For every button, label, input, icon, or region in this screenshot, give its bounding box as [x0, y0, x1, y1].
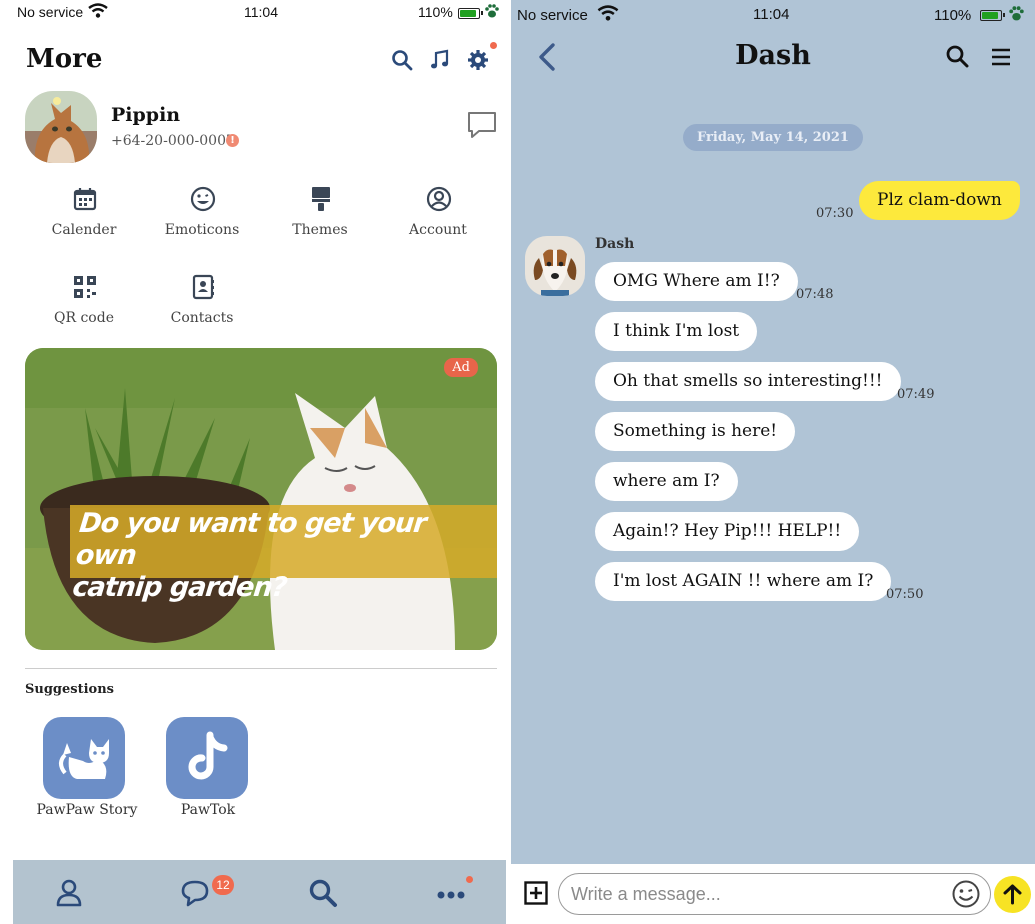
app-label: PawPaw Story — [36, 802, 138, 818]
more-screen: No service 11:04 110% More Pippin +64-20… — [0, 0, 511, 924]
search-icon[interactable] — [945, 44, 969, 68]
menu-account[interactable]: Account — [379, 186, 497, 256]
profile-tab-icon[interactable] — [53, 877, 85, 909]
carrier-label: No service — [517, 7, 588, 24]
more-notification-dot — [466, 876, 473, 883]
qr-code-icon — [74, 276, 96, 298]
menu-label: Contacts — [170, 310, 234, 326]
settings-notification-dot — [490, 42, 497, 49]
brush-icon — [312, 187, 330, 211]
chat-tab-icon[interactable] — [179, 877, 211, 909]
ad-headline: Do you want to get your own catnip garde… — [71, 508, 491, 604]
menu-label: Calender — [51, 222, 117, 238]
calendar-icon — [73, 188, 97, 211]
incoming-message[interactable]: Something is here! — [595, 412, 796, 451]
battery-icon — [458, 8, 483, 19]
menu-label: Themes — [292, 222, 348, 238]
ad-headline-line: catnip garden? — [71, 572, 289, 603]
incoming-message[interactable]: I think I'm lost — [595, 312, 758, 351]
send-button[interactable] — [994, 876, 1031, 913]
clock: 11:04 — [753, 6, 790, 23]
incoming-message[interactable]: Again!? Hey Pip!!! HELP!! — [595, 512, 860, 551]
battery-percent: 110% — [418, 4, 453, 20]
menu-icon[interactable] — [990, 46, 1012, 68]
paw-icon — [1009, 6, 1024, 21]
paw-icon — [485, 4, 499, 18]
ad-headline-line: Do you want to get your own — [74, 508, 428, 571]
page-title: More — [26, 44, 103, 74]
date-separator: Friday, May 14, 2021 — [683, 124, 863, 151]
cat-icon — [59, 739, 109, 779]
sender-name: Dash — [595, 236, 635, 252]
status-bar: No service 11:04 110% — [0, 0, 511, 24]
wifi-icon — [88, 3, 108, 18]
add-attachment-icon[interactable] — [524, 881, 548, 905]
avatar[interactable] — [25, 91, 97, 163]
warning-icon[interactable]: ! — [226, 134, 239, 147]
divider — [25, 668, 497, 669]
menu-label: Emoticons — [164, 222, 240, 238]
message-time: 07:49 — [897, 387, 935, 402]
contact-avatar[interactable] — [525, 236, 585, 296]
battery-icon — [980, 10, 1005, 21]
menu-emoticons[interactable]: Emoticons — [143, 186, 261, 256]
chat-screen: No service 11:04 110% Dash Friday, May 1… — [511, 0, 1035, 924]
menu-label: QR code — [54, 310, 114, 326]
more-tab-icon[interactable] — [435, 877, 467, 909]
ad-badge: Ad — [444, 358, 478, 377]
message-time: 07:50 — [886, 587, 924, 602]
message-time: 07:48 — [796, 287, 834, 302]
chat-unread-badge: 12 — [212, 875, 234, 895]
suggestions-title: Suggestions — [25, 682, 114, 697]
status-bar: No service 11:04 110% — [511, 0, 1035, 24]
incoming-message[interactable]: where am I? — [595, 462, 738, 501]
emoji-icon[interactable] — [951, 879, 981, 909]
app-label: PawTok — [180, 802, 236, 818]
message-time: 07:30 — [816, 206, 854, 221]
search-tab-icon[interactable] — [307, 877, 339, 909]
battery-fill — [982, 12, 998, 19]
app-pawpaw-story[interactable] — [43, 717, 125, 799]
wifi-icon — [597, 5, 619, 21]
carrier-label: No service — [17, 4, 84, 20]
incoming-message[interactable]: Oh that smells so interesting!!! — [595, 362, 901, 401]
clock: 11:04 — [244, 4, 278, 20]
menu-themes[interactable]: Themes — [261, 186, 379, 256]
menu-label: Account — [409, 222, 467, 238]
music-note-icon — [188, 731, 228, 780]
bottom-tab-bar: 12 — [13, 860, 506, 924]
outgoing-message[interactable]: Plz clam-down — [859, 181, 1020, 220]
incoming-message[interactable]: OMG Where am I!? — [595, 262, 798, 301]
profile-name: Pippin — [111, 104, 181, 126]
incoming-message[interactable]: I'm lost AGAIN !! where am I? — [595, 562, 892, 601]
profile-phone: +64-20-000-0007 — [111, 133, 235, 149]
app-pawtok[interactable] — [166, 717, 248, 799]
menu-qr-code[interactable]: QR code — [25, 274, 143, 344]
battery-percent: 110% — [934, 7, 972, 24]
smiley-icon — [190, 186, 216, 212]
ad-banner[interactable]: Ad Do you want to get your own catnip ga… — [25, 348, 497, 650]
ad-image — [25, 348, 497, 650]
account-icon — [426, 186, 452, 212]
search-icon[interactable] — [390, 48, 414, 72]
chat-bubble-icon[interactable] — [467, 110, 497, 140]
arrow-up-icon — [1003, 884, 1022, 905]
message-input[interactable] — [558, 873, 991, 915]
menu-calendar[interactable]: Calender — [25, 186, 143, 256]
contacts-icon — [192, 274, 214, 300]
battery-fill — [460, 10, 476, 17]
message-composer — [511, 864, 1035, 924]
gear-icon[interactable] — [466, 48, 490, 72]
music-icon[interactable] — [428, 48, 452, 72]
menu-contacts[interactable]: Contacts — [143, 274, 261, 344]
